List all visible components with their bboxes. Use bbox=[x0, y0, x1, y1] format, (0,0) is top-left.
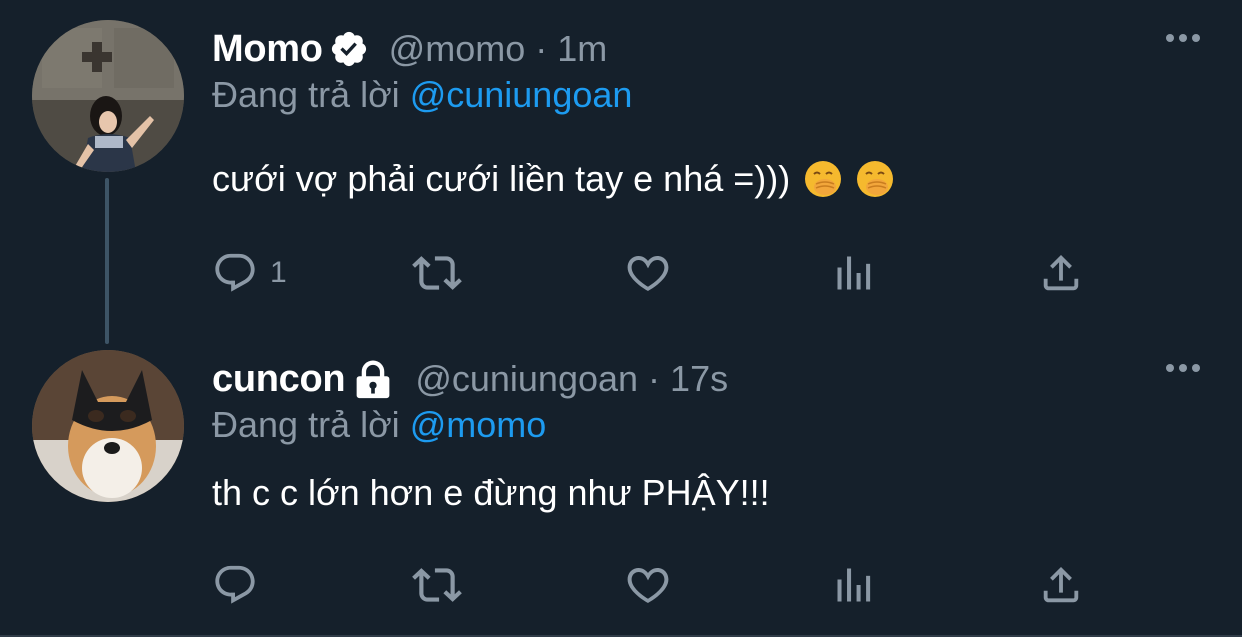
reply-mention-link[interactable]: @momo bbox=[410, 404, 547, 445]
thread-connector-line bbox=[105, 178, 109, 344]
avatar-momo[interactable] bbox=[32, 20, 184, 172]
tweet-momo[interactable]: Momo @momo · 1m Đang trả lời @cuniungoan… bbox=[0, 0, 1242, 344]
user-handle[interactable]: @momo bbox=[389, 28, 526, 70]
replying-to-label: Đang trả lời bbox=[212, 74, 400, 115]
lock-icon bbox=[351, 359, 395, 399]
verified-badge-icon bbox=[329, 29, 369, 69]
tweet-header: Momo @momo · 1m bbox=[212, 26, 607, 72]
stats-button[interactable] bbox=[832, 248, 876, 298]
tweet-thread: Momo @momo · 1m Đang trả lời @cuniungoan… bbox=[0, 0, 1242, 637]
separator-dot: · bbox=[648, 358, 661, 399]
replying-to: Đang trả lời @momo bbox=[212, 404, 546, 446]
stats-icon bbox=[837, 256, 871, 290]
retweet-button[interactable] bbox=[412, 560, 462, 610]
display-name[interactable]: cuncon bbox=[212, 358, 346, 401]
reply-button[interactable] bbox=[212, 560, 270, 610]
user-handle[interactable]: @cuniungoan bbox=[415, 358, 638, 400]
share-button[interactable] bbox=[1038, 560, 1084, 610]
face-with-hand-over-mouth-icon bbox=[805, 161, 842, 197]
retweet-icon bbox=[412, 568, 462, 602]
stats-button[interactable] bbox=[832, 560, 876, 610]
tweet-text-content: cưới vợ phải cưới liền tay e nhá =))) bbox=[212, 158, 791, 199]
reply-count: 1 bbox=[270, 256, 287, 289]
tweet-text: cưới vợ phải cưới liền tay e nhá =))) bbox=[212, 158, 894, 200]
separator-dot: · bbox=[535, 28, 548, 69]
tweet-actions: 1 bbox=[212, 248, 1112, 298]
tweet-text: th c c lớn hơn e đừng như PHẬY!!! bbox=[212, 472, 770, 514]
more-icon[interactable] bbox=[1166, 364, 1200, 372]
timestamp[interactable]: 1m bbox=[557, 28, 607, 70]
replying-to: Đang trả lời @cuniungoan bbox=[212, 74, 632, 116]
tweet-actions bbox=[212, 560, 1112, 610]
share-button[interactable] bbox=[1038, 248, 1084, 298]
avatar-cuncon-photo bbox=[32, 350, 184, 502]
more-icon[interactable] bbox=[1166, 34, 1200, 42]
retweet-icon bbox=[412, 256, 462, 290]
like-icon bbox=[627, 568, 669, 603]
like-button[interactable] bbox=[624, 248, 672, 298]
face-with-hand-over-mouth-icon bbox=[857, 161, 894, 197]
tweet-cuncon[interactable]: cuncon @cuniungoan · 17s Đang trả lời @m… bbox=[0, 330, 1242, 637]
share-icon bbox=[1043, 254, 1079, 291]
reply-mention-link[interactable]: @cuniungoan bbox=[410, 74, 633, 115]
display-name[interactable]: Momo bbox=[212, 28, 323, 71]
like-button[interactable] bbox=[624, 560, 672, 610]
reply-button[interactable]: 1 bbox=[212, 248, 287, 298]
timestamp[interactable]: 17s bbox=[670, 358, 728, 400]
tweet-header: cuncon @cuniungoan · 17s bbox=[212, 356, 728, 402]
reply-icon bbox=[215, 565, 255, 604]
avatar-cuncon[interactable] bbox=[32, 350, 184, 502]
replying-to-label: Đang trả lời bbox=[212, 404, 400, 445]
like-icon bbox=[627, 256, 669, 291]
retweet-button[interactable] bbox=[412, 248, 462, 298]
stats-icon bbox=[837, 568, 871, 602]
reply-icon bbox=[215, 253, 255, 292]
tweet-text-content: th c c lớn hơn e đừng như PHẬY!!! bbox=[212, 472, 770, 513]
share-icon bbox=[1043, 566, 1079, 603]
avatar-momo-photo bbox=[32, 20, 184, 172]
